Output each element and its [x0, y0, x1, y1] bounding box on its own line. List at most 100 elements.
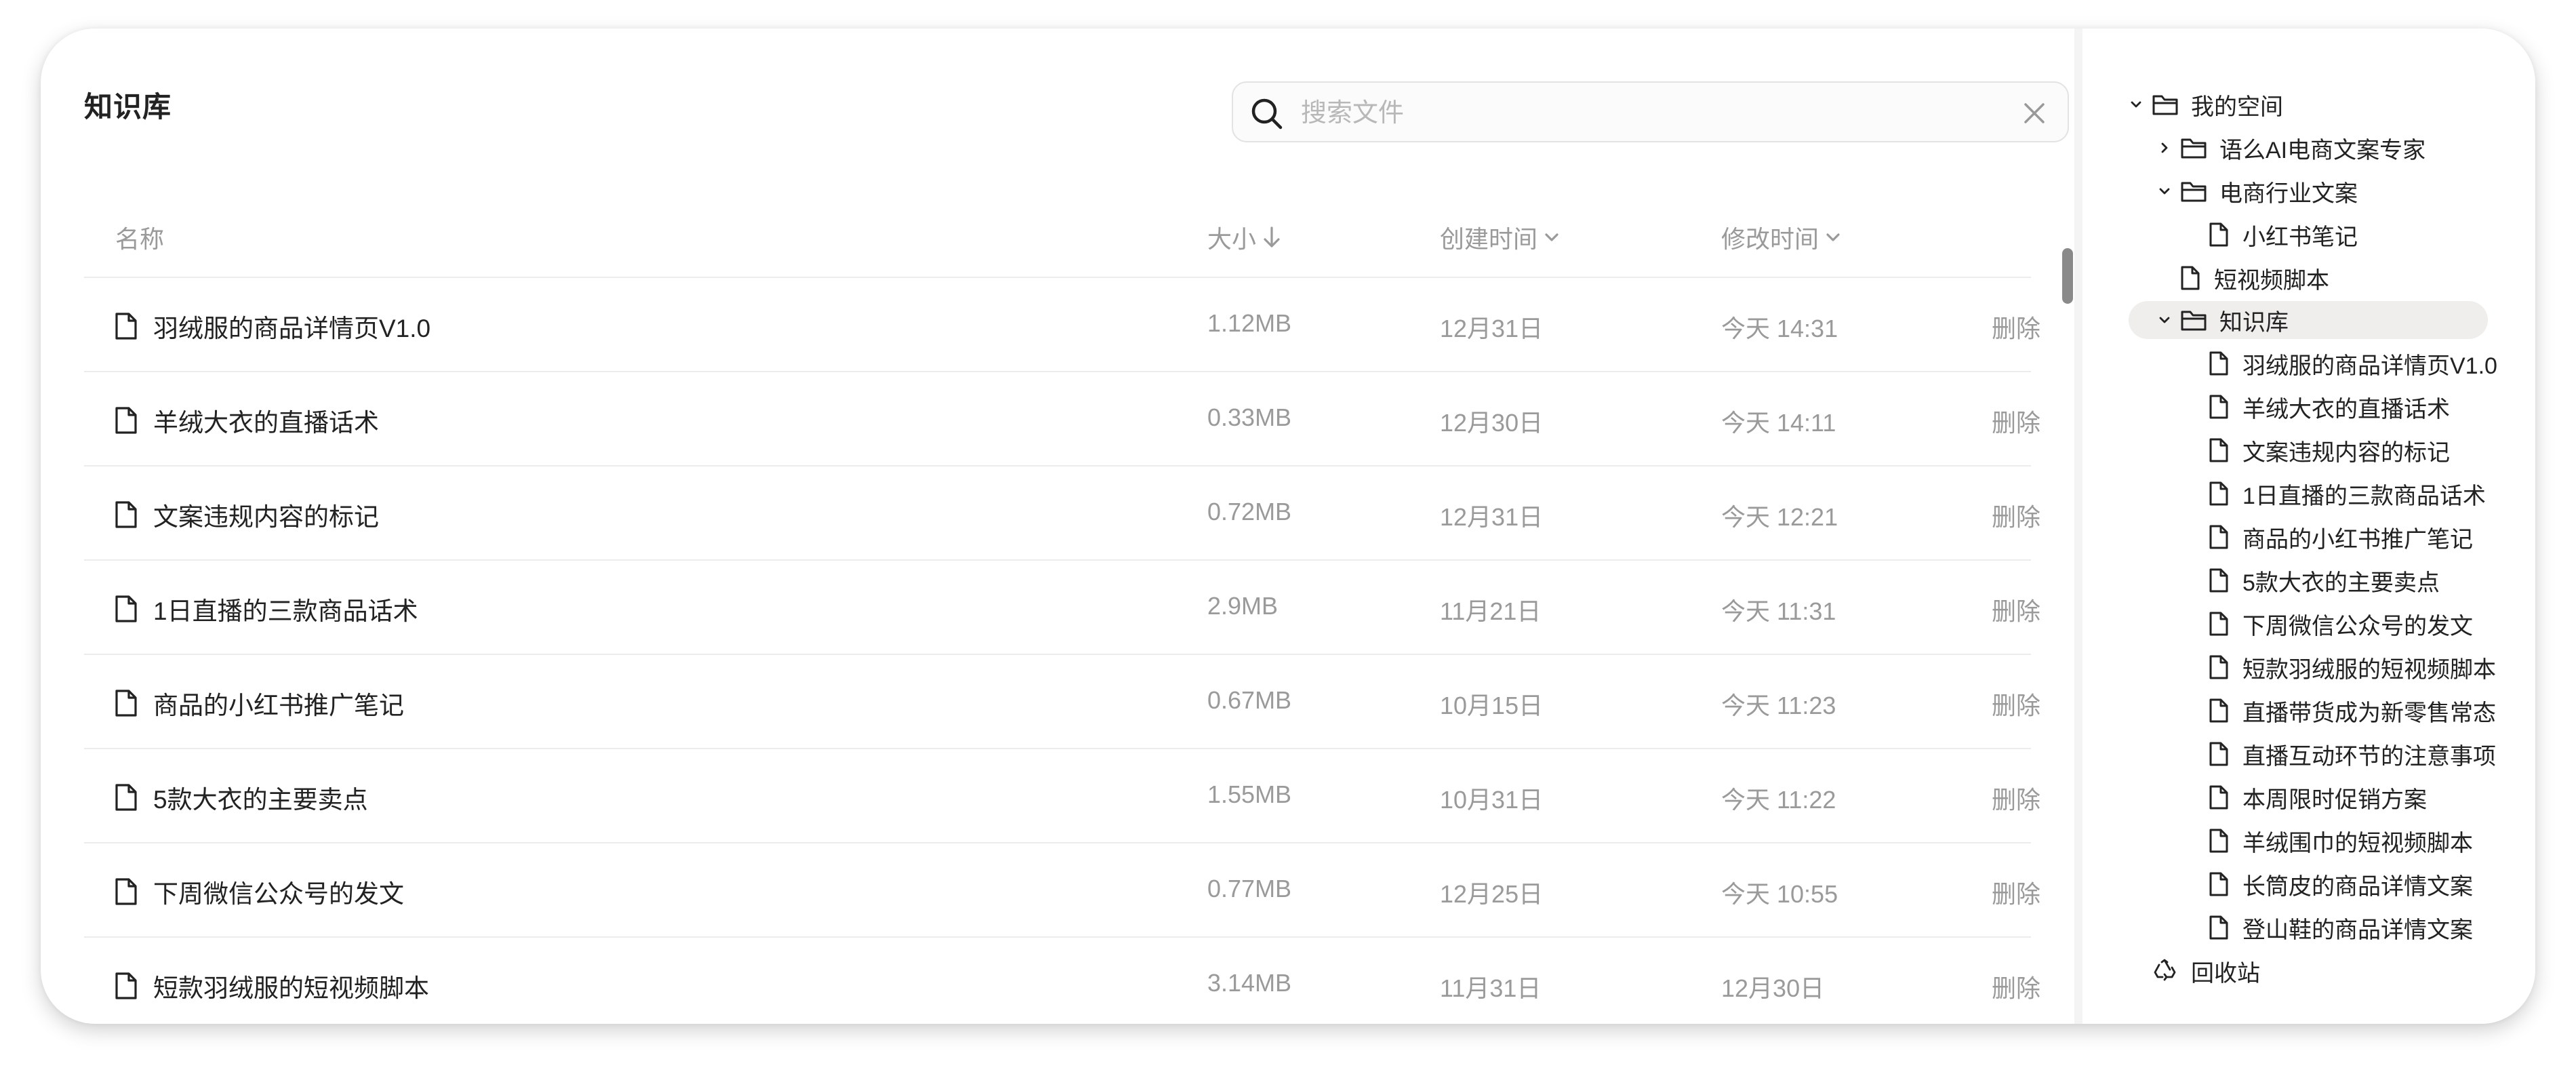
- table-scrollbar-thumb[interactable]: [2062, 248, 2073, 304]
- tree-item-folder[interactable]: 语么AI电商文案专家: [2157, 129, 2426, 167]
- table-row[interactable]: 短款羽绒服的短视频脚本 3.14MB 11月31日 12月30日 删除: [84, 938, 2040, 1024]
- tree-item-file[interactable]: 5款大衣的主要卖点: [2209, 561, 2440, 599]
- file-icon: [115, 690, 137, 717]
- file-created: 12月30日: [1440, 409, 1544, 437]
- search-icon: [1251, 98, 1283, 130]
- file-created: 11月31日: [1440, 974, 1542, 1002]
- sort-down-arrow-icon: [1264, 226, 1280, 247]
- file-created: 12月25日: [1440, 880, 1544, 908]
- search-input[interactable]: [1300, 92, 2007, 134]
- file-size: 2.9MB: [1207, 592, 1279, 620]
- file-icon: [2209, 655, 2228, 679]
- page-title: 知识库: [84, 91, 172, 123]
- file-size: 1.12MB: [1207, 309, 1292, 337]
- column-header-name: 名称: [115, 225, 165, 253]
- tree-item-file[interactable]: 短视频脚本: [2180, 259, 2329, 297]
- folder-icon: [2181, 311, 2207, 331]
- file-modified: 今天 11:22: [1721, 786, 1836, 814]
- file-name-cell[interactable]: 羽绒服的商品详情页V1.0: [114, 308, 430, 344]
- file-modified: 今天 10:55: [1721, 880, 1838, 908]
- search-box[interactable]: [1232, 81, 2069, 142]
- main-panel: 知识库 名称 大小 创建时: [84, 28, 2074, 1024]
- file-created: 12月31日: [1440, 315, 1544, 342]
- tree-item-root[interactable]: 我的空间: [2129, 85, 2283, 123]
- file-icon: [2209, 481, 2228, 506]
- delete-button[interactable]: 删除: [1992, 875, 2040, 910]
- table-row[interactable]: 商品的小红书推广笔记 0.67MB 10月15日 今天 11:23 删除: [84, 655, 2040, 749]
- file-size: 0.67MB: [1207, 686, 1292, 714]
- tree-item-file[interactable]: 下周微信公众号的发文: [2209, 605, 2473, 643]
- recycle-icon: [2154, 959, 2176, 981]
- tree-item-file[interactable]: 长筒皮的商品详情文案: [2209, 865, 2473, 903]
- tree-item-file[interactable]: 直播带货成为新零售常态: [2209, 692, 2496, 730]
- table-row[interactable]: 羽绒服的商品详情页V1.0 1.12MB 12月31日 今天 14:31 删除: [84, 278, 2040, 372]
- tree-item-folder[interactable]: 电商行业文案: [2157, 172, 2358, 210]
- file-name-cell[interactable]: 商品的小红书推广笔记: [114, 685, 404, 721]
- tree-item-file[interactable]: 短款羽绒服的短视频脚本: [2209, 648, 2496, 686]
- file-size: 0.77MB: [1207, 875, 1292, 902]
- file-size: 0.72MB: [1207, 498, 1292, 525]
- folder-icon: [2181, 182, 2207, 202]
- column-header-created[interactable]: 创建时间: [1440, 220, 1561, 255]
- chevron-down-icon[interactable]: [2157, 313, 2172, 327]
- file-created: 10月15日: [1440, 692, 1544, 719]
- delete-button[interactable]: 删除: [1992, 403, 2040, 439]
- file-icon: [115, 501, 137, 528]
- file-icon: [115, 595, 137, 622]
- tree-item-file[interactable]: 羽绒服的商品详情页V1.0: [2209, 344, 2497, 382]
- file-icon: [2209, 395, 2228, 419]
- tree-item-file[interactable]: 小红书笔记: [2209, 216, 2358, 254]
- delete-button[interactable]: 删除: [1992, 686, 2040, 721]
- file-modified: 今天 12:21: [1721, 503, 1838, 531]
- tree-item-file[interactable]: 登山鞋的商品详情文案: [2209, 909, 2473, 947]
- file-name-cell[interactable]: 5款大衣的主要卖点: [114, 779, 368, 816]
- file-icon: [115, 878, 137, 905]
- file-icon: [2209, 351, 2228, 376]
- column-header-size[interactable]: 大小: [1207, 220, 1282, 255]
- tree-item-file[interactable]: 直播互动环节的注意事项: [2209, 735, 2496, 773]
- tree-item-file[interactable]: 1日直播的三款商品话术: [2209, 475, 2486, 513]
- table-header: 名称 大小 创建时间 修改时间: [84, 191, 2031, 278]
- file-name-cell[interactable]: 1日直播的三款商品话术: [114, 591, 418, 627]
- tree-item-file[interactable]: 本周限时促销方案: [2209, 778, 2427, 816]
- file-icon: [2181, 266, 2200, 290]
- delete-button[interactable]: 删除: [1992, 592, 2040, 627]
- file-name-cell[interactable]: 羊绒大衣的直播话术: [114, 402, 379, 439]
- knowledge-base-window: 知识库 名称 大小 创建时: [41, 28, 2535, 1024]
- chevron-down-icon: [1545, 233, 1558, 241]
- chevron-down-icon[interactable]: [2157, 184, 2172, 199]
- file-modified: 今天 11:31: [1721, 597, 1836, 625]
- chevron-right-icon[interactable]: [2157, 140, 2172, 155]
- file-icon: [2209, 698, 2228, 723]
- file-icon: [2209, 785, 2228, 810]
- chevron-down-icon[interactable]: [2129, 97, 2144, 112]
- table-row[interactable]: 1日直播的三款商品话术 2.9MB 11月21日 今天 11:31 删除: [84, 561, 2040, 655]
- tree-item-file[interactable]: 羊绒大衣的直播话术: [2209, 388, 2450, 426]
- file-icon: [2209, 612, 2228, 636]
- file-icon: [2209, 222, 2228, 247]
- file-modified: 12月30日: [1721, 974, 1825, 1002]
- table-row[interactable]: 羊绒大衣的直播话术 0.33MB 12月30日 今天 14:11 删除: [84, 372, 2040, 466]
- tree-item-knowledge-base[interactable]: 知识库: [2129, 301, 2488, 339]
- file-name-cell[interactable]: 文案违规内容的标记: [114, 496, 379, 533]
- tree-item-file[interactable]: 羊绒围巾的短视频脚本: [2209, 822, 2473, 860]
- column-header-modified[interactable]: 修改时间: [1721, 220, 1842, 255]
- tree-item-file[interactable]: 商品的小红书推广笔记: [2209, 518, 2473, 556]
- file-name-cell[interactable]: 下周微信公众号的发文: [114, 873, 404, 910]
- delete-button[interactable]: 删除: [1992, 780, 2040, 816]
- table-row[interactable]: 5款大衣的主要卖点 1.55MB 10月31日 今天 11:22 删除: [84, 749, 2040, 843]
- clear-search-icon[interactable]: [2021, 100, 2047, 126]
- chevron-down-icon: [1826, 233, 1840, 241]
- tree-item-recycle-bin[interactable]: 回收站: [2152, 952, 2260, 990]
- tree-item-file[interactable]: 文案违规内容的标记: [2209, 431, 2450, 469]
- file-size: 0.33MB: [1207, 403, 1292, 431]
- delete-button[interactable]: 删除: [1992, 498, 2040, 533]
- file-icon: [2209, 829, 2228, 853]
- file-modified: 今天 14:31: [1721, 315, 1838, 342]
- table-row[interactable]: 下周微信公众号的发文 0.77MB 12月25日 今天 10:55 删除: [84, 843, 2040, 938]
- delete-button[interactable]: 删除: [1992, 969, 2040, 1004]
- file-created: 10月31日: [1440, 786, 1544, 814]
- table-row[interactable]: 文案违规内容的标记 0.72MB 12月31日 今天 12:21 删除: [84, 466, 2040, 561]
- file-name-cell[interactable]: 短款羽绒服的短视频脚本: [114, 968, 429, 1004]
- delete-button[interactable]: 删除: [1992, 309, 2040, 344]
